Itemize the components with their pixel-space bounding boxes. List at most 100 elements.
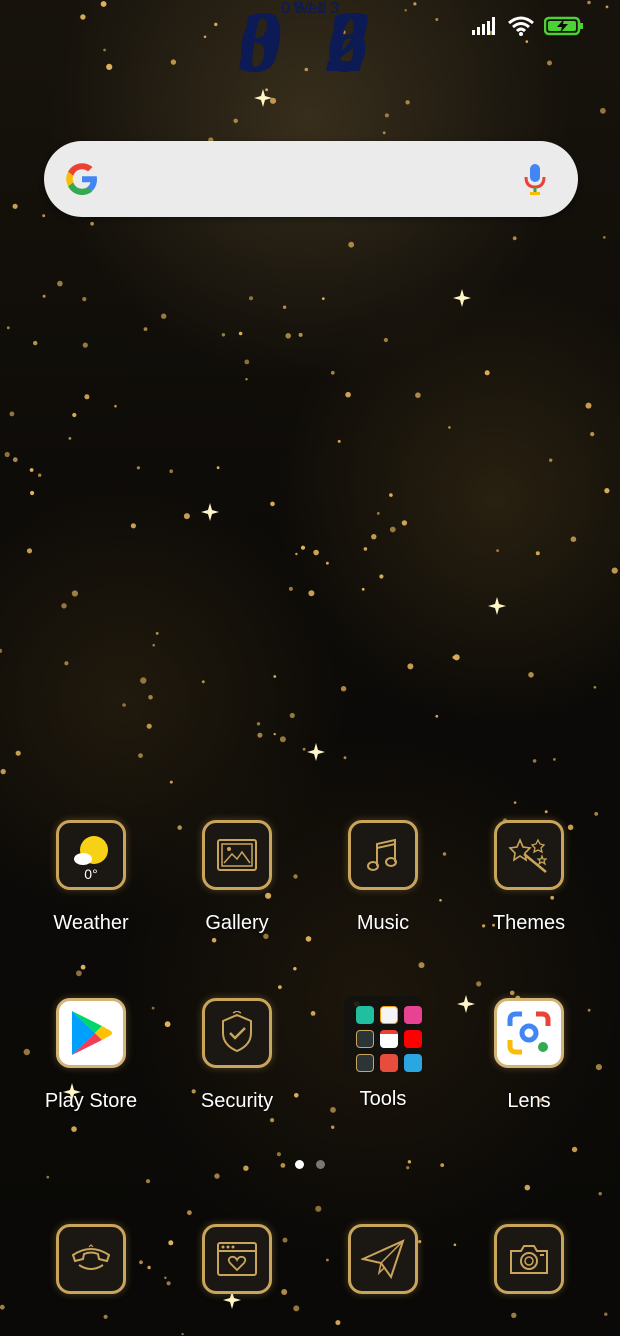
app-play-store[interactable]: Play Store [18,998,164,1113]
sparkle-dot [130,523,136,529]
clock-day: Wed [293,0,327,17]
app-label-play-store: Play Store [44,1090,138,1112]
sparkle-dot [42,294,46,298]
sparkle-dot [26,548,33,554]
sparkle-dot [245,378,248,381]
sparkle-dot [152,643,155,647]
sparkle-dot [340,686,347,692]
sparkle-dot [46,1175,50,1179]
sparkle-dot [169,780,173,784]
sparkle-dot [604,488,610,494]
sparkle-dot [326,561,329,565]
app-themes[interactable]: Themes [456,820,602,935]
sparkle-dot [68,437,72,440]
sparkle-dot [484,370,490,376]
sparkle-dot [401,520,408,526]
microphone-icon[interactable] [524,163,546,195]
sparkle-dot [33,340,38,346]
sparkle-dot [244,359,250,365]
sparkle-dot [330,370,335,375]
sparkle-dot [187,1210,192,1216]
app-music[interactable]: Music [310,820,456,935]
sparkle-dot [383,337,388,343]
sparkle-dot [122,703,126,707]
sparkle-dot [72,412,77,418]
sparkle-dot [233,118,238,124]
sparkle-dot [308,590,315,597]
sparkle-dot [216,466,220,470]
sparkle-star [307,743,325,761]
sparkle-dot [361,587,365,591]
sparkle-dot [82,297,87,302]
sparkle-dot [279,736,286,743]
sparkle-dot [84,394,90,400]
sparkle-dot [305,936,312,942]
sparkle-dot [15,750,21,756]
app-label-security: Security [200,1090,274,1112]
app-label-music: Music [356,912,410,934]
weather-temp: 0° [84,866,98,882]
page-dot-2[interactable] [316,1160,325,1169]
dock-camera[interactable] [456,1224,602,1294]
sparkle-dot [512,236,517,241]
dock-browser[interactable] [164,1224,310,1294]
app-weather[interactable]: 0° Weather [18,820,164,935]
dock-messages[interactable] [310,1224,456,1294]
sparkle-dot [363,547,368,551]
browser-heart-icon [202,1224,272,1294]
sparkle-dot [201,680,205,684]
google-search-bar[interactable] [44,141,578,217]
sparkle-dot [407,663,414,670]
google-g-icon [66,163,97,195]
sparkle-dot [598,1192,602,1196]
sparkle-dot [71,1126,77,1132]
app-security[interactable]: Security [164,998,310,1113]
sparkle-dot [590,432,595,437]
sparkle-dot [376,512,380,515]
app-label-themes: Themes [492,912,566,934]
sparkle-dot [315,1205,322,1212]
folder-icon [344,996,422,1074]
sparkle-dot [313,549,319,556]
sparkle-dot [0,768,6,775]
sparkle-dot [295,552,298,556]
app-gallery[interactable]: Gallery [164,820,310,935]
sparkle-dot [214,1173,220,1179]
sparkle-dot [0,1304,5,1310]
play-store-icon [56,998,126,1068]
app-lens[interactable]: Lens [456,998,602,1113]
app-label-gallery: Gallery [205,912,269,934]
dock-phone[interactable] [18,1224,164,1294]
sparkle-dot [452,655,456,660]
sparkle-dot [511,1312,517,1319]
sparkle-dot [257,732,263,738]
sparkle-star [201,503,219,521]
sparkle-dot [389,526,396,533]
sparkle-dot [143,327,148,331]
sparkle-dot [80,964,86,970]
sparkle-dot [293,967,297,971]
sparkle-dot [161,313,167,319]
sparkle-dot [90,221,94,226]
sparkle-dot [604,1312,608,1316]
sparkle-dot [570,536,577,542]
music-note-icon [348,820,418,890]
sparkle-dot [269,97,277,104]
sparkle-dot [61,603,67,609]
sparkle-dot [553,758,556,761]
sparkle-dot [9,411,15,417]
sparkle-dot [593,686,597,689]
sparkle-dot [12,457,18,463]
sparkle-dot [415,392,421,399]
sparkle-dot [114,404,117,408]
google-lens-icon [494,998,564,1068]
page-indicator [0,1160,620,1169]
app-tools-folder[interactable]: Tools [310,996,456,1111]
sparkle-dot [169,469,173,474]
sparkle-dot [476,981,482,987]
sparkle-dot [585,402,592,409]
page-dot-1[interactable] [295,1160,304,1169]
sparkle-dot [71,590,78,597]
sparkle-dot [181,1332,184,1336]
sparkle-dot [405,100,410,105]
